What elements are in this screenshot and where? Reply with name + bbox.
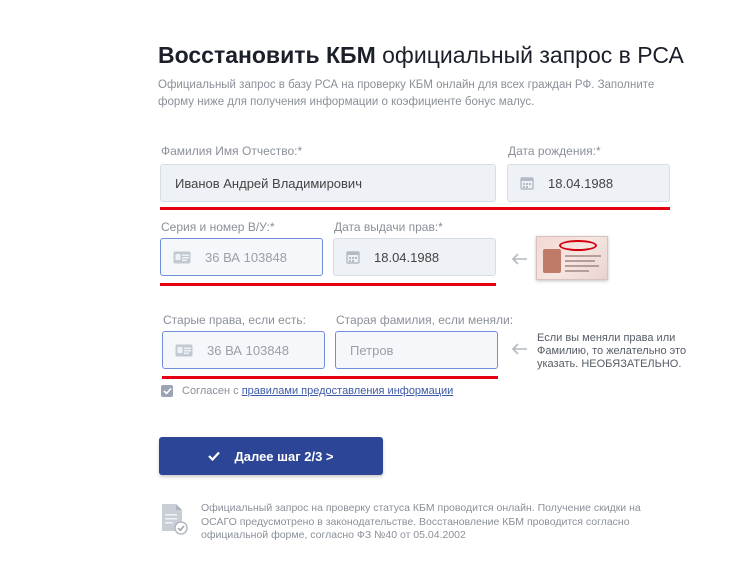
birth-date-label: Дата рождения:* [508, 144, 601, 158]
fio-input[interactable]: Иванов Андрей Владимирович [160, 164, 496, 202]
red-underline-row3 [162, 376, 498, 379]
id-card-icon [175, 344, 193, 357]
page-title: Восстановить КБМ официальный запрос в РС… [158, 42, 684, 69]
footer-note: Официальный запрос на проверку статуса К… [201, 502, 641, 541]
license-number-placeholder: 36 ВА 103848 [205, 249, 287, 265]
arrow-left-icon [512, 253, 528, 265]
calendar-icon [346, 250, 360, 264]
license-issue-date-input[interactable]: 18.04.1988 [333, 238, 496, 276]
consent-checkbox[interactable] [161, 385, 173, 397]
license-line [565, 270, 589, 272]
license-line [565, 260, 595, 262]
license-line [565, 255, 601, 257]
consent-prefix: Согласен с [182, 385, 239, 397]
red-underline-row2 [160, 283, 496, 286]
optional-hint: Если вы меняли права или Фамилию, то жел… [537, 332, 687, 370]
next-step-label: Далее шаг 2/3 > [234, 448, 334, 464]
birth-date-value: 18.04.1988 [548, 175, 614, 191]
old-surname-label: Старая фамилия, если меняли: [336, 313, 514, 327]
page-title-rest: официальный запрос в РСА [382, 42, 684, 68]
old-license-placeholder: 36 ВА 103848 [207, 342, 289, 358]
license-line [565, 265, 599, 267]
birth-date-input[interactable]: 18.04.1988 [507, 164, 670, 202]
driver-license-image [536, 236, 608, 280]
license-number-label: Серия и номер В/У:* [161, 220, 275, 234]
id-card-icon [173, 251, 191, 264]
old-license-input[interactable]: 36 ВА 103848 [162, 331, 325, 369]
old-surname-input[interactable]: Петров [335, 331, 498, 369]
license-number-highlight [559, 240, 597, 251]
red-underline-row1 [160, 207, 670, 210]
check-icon [162, 387, 172, 395]
license-number-input[interactable]: 36 ВА 103848 [160, 238, 323, 276]
fio-label: Фамилия Имя Отчество:* [161, 144, 303, 158]
page-subtitle: Официальный запрос в базу РСА на проверк… [158, 79, 655, 108]
check-icon [208, 451, 221, 461]
next-step-button[interactable]: Далее шаг 2/3 > [159, 437, 383, 475]
old-license-label: Старые права, если есть: [163, 313, 306, 327]
document-check-icon [160, 503, 188, 535]
calendar-icon [520, 176, 534, 190]
page-title-bold: Восстановить КБМ [158, 42, 376, 68]
old-surname-placeholder: Петров [350, 342, 394, 358]
license-issue-date-value: 18.04.1988 [374, 249, 440, 265]
consent-rules-link[interactable]: правилами предоставления информации [242, 385, 454, 397]
fio-value: Иванов Андрей Владимирович [175, 175, 362, 191]
arrow-left-icon [512, 343, 528, 355]
license-issue-date-label: Дата выдачи прав:* [334, 220, 443, 234]
license-photo [543, 249, 561, 273]
consent-text: Согласен с правилами предоставления инфо… [182, 385, 453, 397]
